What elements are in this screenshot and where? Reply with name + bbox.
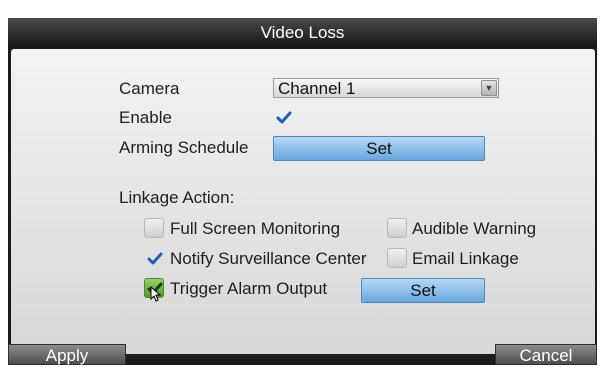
email-linkage-checkbox[interactable] — [387, 248, 407, 268]
email-linkage-label: Email Linkage — [412, 249, 519, 268]
full-screen-monitoring-label: Full Screen Monitoring — [170, 219, 341, 238]
arming-schedule-label: Arming Schedule — [119, 138, 249, 157]
notify-surveillance-center-checkbox[interactable] — [144, 248, 164, 268]
trigger-alarm-output-label: Trigger Alarm Output — [170, 279, 328, 298]
notify-surveillance-center-label: Notify Surveillance Center — [170, 249, 367, 268]
cancel-button[interactable]: Cancel — [495, 344, 597, 365]
dialog-content: Camera Channel 1 ▼ Enable Arming Schedul… — [11, 49, 595, 354]
linkage-action-label: Linkage Action: — [119, 188, 235, 207]
apply-button[interactable]: Apply — [8, 344, 126, 365]
full-screen-monitoring-checkbox[interactable] — [144, 218, 164, 238]
checkmark-icon — [147, 252, 163, 265]
trigger-alarm-output-checkbox[interactable] — [144, 278, 164, 302]
video-loss-dialog: Video Loss Camera Channel 1 ▼ Enable Arm… — [8, 18, 597, 365]
chevron-down-icon[interactable]: ▼ — [481, 80, 497, 96]
audible-warning-label: Audible Warning — [412, 219, 537, 238]
camera-select[interactable]: Channel 1 ▼ — [273, 78, 499, 98]
checkmark-icon — [276, 111, 292, 124]
mouse-cursor-icon — [150, 286, 162, 302]
enable-checkbox[interactable] — [273, 107, 293, 127]
camera-label: Camera — [119, 79, 180, 98]
camera-select-value: Channel 1 — [278, 79, 356, 98]
enable-label: Enable — [119, 108, 172, 127]
arming-schedule-set-button[interactable]: Set — [273, 136, 485, 161]
trigger-alarm-output-set-button[interactable]: Set — [361, 278, 485, 303]
dialog-title: Video Loss — [8, 18, 597, 48]
audible-warning-checkbox[interactable] — [387, 218, 407, 238]
